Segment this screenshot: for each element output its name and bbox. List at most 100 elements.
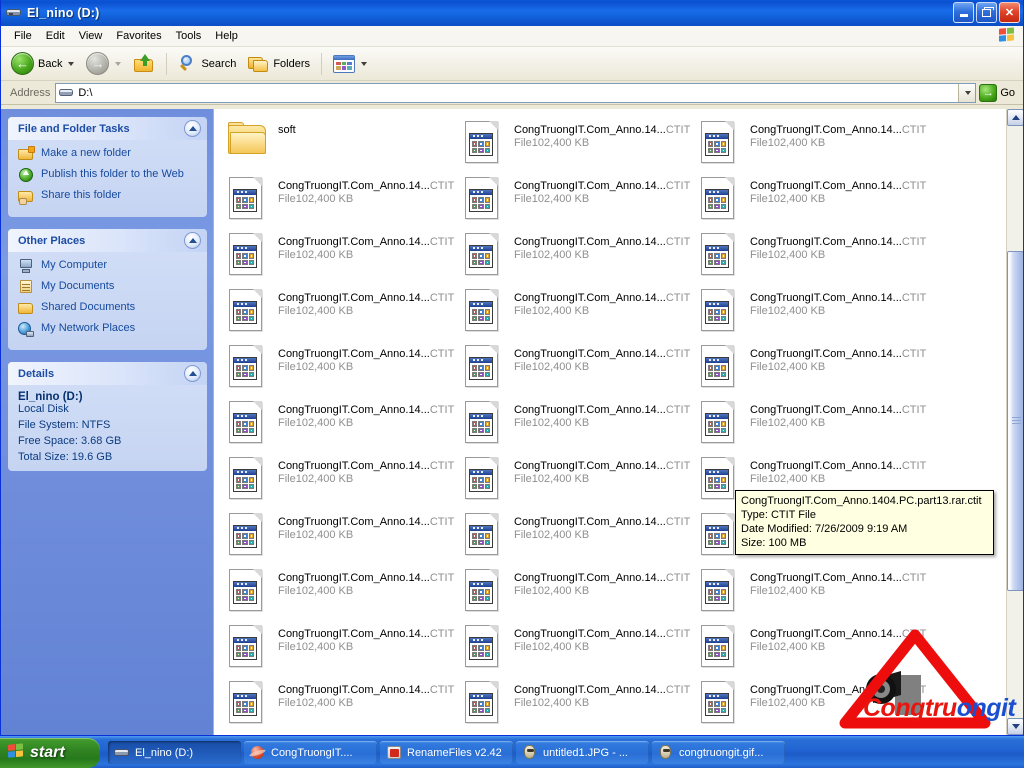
- menu-file[interactable]: File: [7, 28, 39, 44]
- scroll-down-icon[interactable]: [1007, 718, 1023, 735]
- sidebar-item-publish-to-web[interactable]: Publish this folder to the Web: [18, 167, 199, 183]
- chevron-up-icon[interactable]: [184, 232, 201, 249]
- go-button[interactable]: → Go: [976, 84, 1021, 102]
- taskbar-button-2[interactable]: RenameFiles v2.42: [380, 741, 513, 764]
- vertical-scrollbar[interactable]: [1006, 109, 1023, 735]
- file-name: CongTruongIT.Com_Anno.14...: [278, 516, 430, 528]
- chevron-down-icon[interactable]: [958, 84, 975, 102]
- views-dropdown-icon[interactable]: [361, 62, 367, 66]
- file-item[interactable]: CongTruongIT.Com_Anno.14...CTIT File102,…: [694, 397, 930, 453]
- drive-icon: [5, 5, 23, 21]
- sidebar-item-network-places[interactable]: My Network Places: [18, 321, 199, 337]
- file-item[interactable]: CongTruongIT.Com_Anno.14...CTIT File102,…: [222, 397, 458, 453]
- scroll-up-icon[interactable]: [1007, 109, 1023, 126]
- taskbar-button-0[interactable]: El_nino (D:): [108, 741, 241, 764]
- folders-button[interactable]: Folders: [242, 49, 316, 79]
- restore-button[interactable]: [976, 2, 997, 23]
- sidebar-item-label: My Network Places: [41, 321, 135, 335]
- file-size: 102,400 KB: [768, 305, 826, 317]
- file-item[interactable]: CongTruongIT.Com_Anno.14...CTIT File102,…: [694, 733, 930, 735]
- file-item[interactable]: CongTruongIT.Com_Anno.14...CTIT File102,…: [458, 397, 694, 453]
- tooltip-type: Type: CTIT File: [741, 508, 988, 522]
- file-item[interactable]: CongTruongIT.Com_Anno.14...CTIT File102,…: [222, 677, 458, 733]
- file-size: 102,400 KB: [532, 641, 590, 653]
- file-item[interactable]: CongTruongIT.Com_Anno.14...CTIT File102,…: [694, 285, 930, 341]
- menu-tools[interactable]: Tools: [169, 28, 209, 44]
- minimize-button[interactable]: [953, 2, 974, 23]
- file-item[interactable]: CongTruongIT.Com_Anno.14...CTIT File102,…: [458, 621, 694, 677]
- file-item[interactable]: CongTruongIT.Com_Anno.14...CTIT File102,…: [694, 173, 930, 229]
- sidebar-item-my-computer[interactable]: My Computer: [18, 258, 199, 274]
- close-icon[interactable]: ✕: [999, 2, 1020, 23]
- taskbar-button-3[interactable]: untitled1.JPG - ...: [516, 741, 649, 764]
- drive-icon: [114, 745, 130, 760]
- file-item[interactable]: CongTruongIT.Com_Anno.14...CTIT File102,…: [458, 733, 694, 735]
- file-item[interactable]: CongTruongIT.Com_Anno.14...CTIT File102,…: [222, 285, 458, 341]
- chevron-up-icon[interactable]: [184, 120, 201, 137]
- start-button[interactable]: start: [0, 738, 100, 768]
- views-button[interactable]: [327, 49, 373, 79]
- back-dropdown-icon[interactable]: [68, 62, 74, 66]
- forward-dropdown-icon[interactable]: [115, 62, 121, 66]
- file-item[interactable]: CongTruongIT.Com_Anno.14...CTIT File102,…: [222, 229, 458, 285]
- file-item[interactable]: CongTruongIT.Com_Anno.14...CTIT File102,…: [222, 565, 458, 621]
- file-name: CongTruongIT.Com_Anno.14...: [514, 404, 666, 416]
- file-item[interactable]: CongTruongIT.Com_Anno.14...CTIT File102,…: [458, 173, 694, 229]
- file-item[interactable]: CongTruongIT.Com_Anno.14...CTIT File102,…: [222, 621, 458, 677]
- sidebar-item-shared-documents[interactable]: Shared Documents: [18, 300, 199, 316]
- file-size: 102,400 KB: [532, 361, 590, 373]
- taskbar: start El_nino (D:)CongTruongIT....Rename…: [0, 736, 1024, 768]
- taskbar-button-1[interactable]: CongTruongIT....: [244, 741, 377, 764]
- file-item[interactable]: CongTruongIT.Com_Anno.14...CTIT File102,…: [458, 565, 694, 621]
- sidebar-item-label: Shared Documents: [41, 300, 135, 314]
- file-item[interactable]: CongTruongIT.Com_Anno.14...CTIT File102,…: [694, 117, 930, 173]
- title-bar: El_nino (D:) ✕: [1, 0, 1023, 26]
- sidebar-item-make-new-folder[interactable]: Make a new folder: [18, 146, 199, 162]
- file-item[interactable]: CongTruongIT.Com_Anno.14...CTIT File102,…: [694, 341, 930, 397]
- file-item[interactable]: CongTruongIT.Com_Anno.14...CTIT File102,…: [458, 509, 694, 565]
- up-button[interactable]: [127, 49, 161, 79]
- file-item[interactable]: CongTruongIT.Com_Anno.14...CTIT File102,…: [694, 229, 930, 285]
- windows-flag-icon: [999, 28, 1017, 45]
- chevron-up-icon[interactable]: [184, 365, 201, 382]
- file-item[interactable]: CongTruongIT.Com_Anno.14...CTIT File102,…: [458, 285, 694, 341]
- address-input[interactable]: D:\: [55, 83, 976, 103]
- scrollbar-thumb[interactable]: [1007, 251, 1023, 591]
- folder-item[interactable]: soft: [222, 117, 458, 173]
- folder-icon: [226, 121, 270, 161]
- file-name: CongTruongIT.Com_Anno.14...: [750, 572, 902, 584]
- back-button[interactable]: ← Back: [5, 49, 80, 79]
- file-item[interactable]: CongTruongIT.Com_Anno.14...CTIT File102,…: [222, 341, 458, 397]
- menu-view[interactable]: View: [72, 28, 110, 44]
- file-item[interactable]: CongTruongIT.Com_Anno.14...CTIT File102,…: [222, 173, 458, 229]
- panel-header[interactable]: Details: [8, 362, 207, 385]
- sidebar-item-my-documents[interactable]: My Documents: [18, 279, 199, 295]
- panel-header[interactable]: File and Folder Tasks: [8, 117, 207, 140]
- file-name: CongTruongIT.Com_Anno.14...: [278, 404, 430, 416]
- file-item[interactable]: CongTruongIT.Com_Anno.14...CTIT File102,…: [222, 453, 458, 509]
- file-item[interactable]: CongTruongIT.Com_Anno.14...CTIT File102,…: [222, 733, 458, 735]
- file-item[interactable]: CongTruongIT.Com_Anno.14...CTIT File102,…: [694, 677, 930, 733]
- file-list[interactable]: softCongTruongIT.Com_Anno.14...CTIT File…: [214, 109, 1006, 735]
- search-button[interactable]: Search: [172, 49, 242, 79]
- file-item[interactable]: CongTruongIT.Com_Anno.14...CTIT File102,…: [694, 565, 930, 621]
- file-item[interactable]: CongTruongIT.Com_Anno.14...CTIT File102,…: [458, 341, 694, 397]
- file-item[interactable]: CongTruongIT.Com_Anno.14...CTIT File102,…: [458, 229, 694, 285]
- file-size: 102,400 KB: [768, 249, 826, 261]
- details-free-space: Free Space: 3.68 GB: [18, 435, 199, 447]
- file-item[interactable]: CongTruongIT.Com_Anno.14...CTIT File102,…: [458, 117, 694, 173]
- sidebar-item-label: My Documents: [41, 279, 114, 293]
- forward-button[interactable]: →: [80, 49, 127, 79]
- menu-favorites[interactable]: Favorites: [109, 28, 168, 44]
- file-item[interactable]: CongTruongIT.Com_Anno.14...CTIT File102,…: [458, 677, 694, 733]
- sidebar-item-share-folder[interactable]: Share this folder: [18, 188, 199, 204]
- file-item[interactable]: CongTruongIT.Com_Anno.14...CTIT File102,…: [222, 509, 458, 565]
- menu-help[interactable]: Help: [208, 28, 245, 44]
- menu-edit[interactable]: Edit: [39, 28, 72, 44]
- taskbar-button-4[interactable]: congtruongit.gif...: [652, 741, 785, 764]
- panel-header[interactable]: Other Places: [8, 229, 207, 252]
- file-item[interactable]: CongTruongIT.Com_Anno.14...CTIT File102,…: [458, 453, 694, 509]
- ctit-file-icon: [462, 457, 506, 501]
- file-item[interactable]: CongTruongIT.Com_Anno.14...CTIT File102,…: [694, 621, 930, 677]
- file-size: 102,400 KB: [768, 697, 826, 709]
